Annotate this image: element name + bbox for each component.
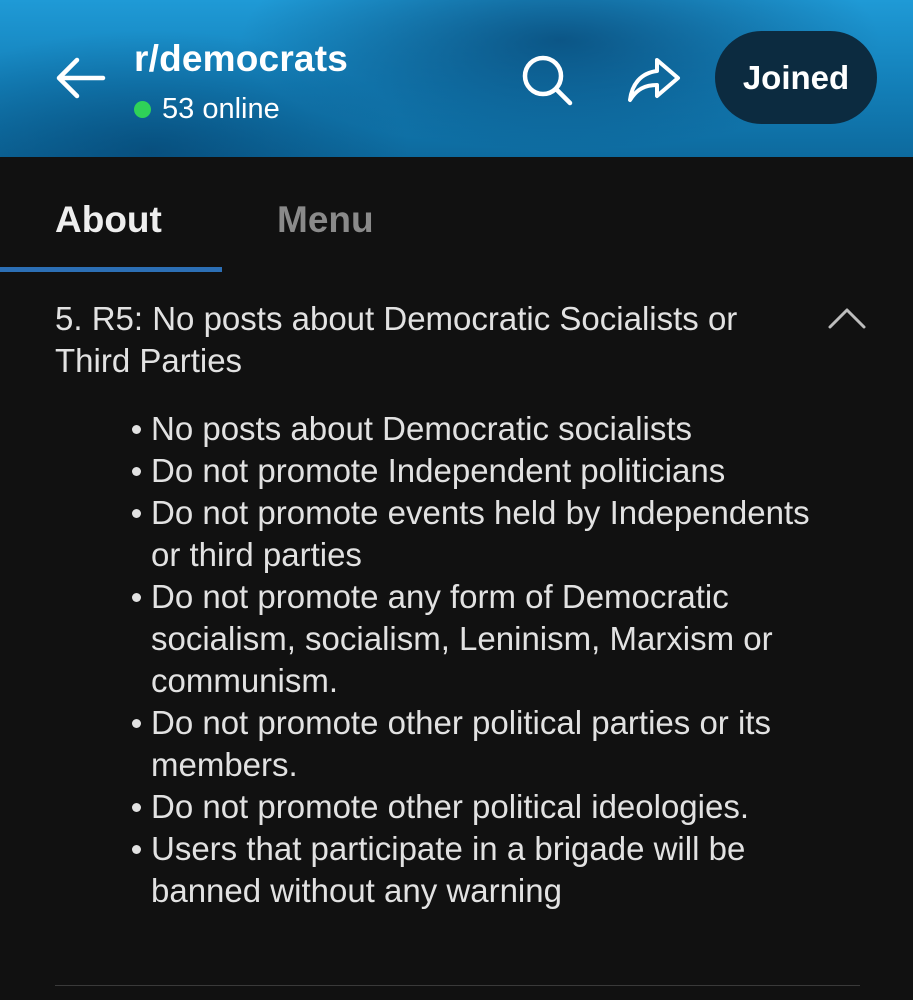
share-arrow-icon <box>628 58 680 102</box>
back-button[interactable] <box>50 50 110 106</box>
search-icon <box>522 55 573 106</box>
collapse-rule-button[interactable] <box>826 304 868 332</box>
list-item: Users that participate in a brigade will… <box>128 828 848 912</box>
online-indicator-dot <box>134 100 151 118</box>
list-item: No posts about Democratic socialists <box>128 408 848 450</box>
arrow-left-icon <box>56 57 106 99</box>
subreddit-header: r/democrats 53 online Joined <box>0 0 913 157</box>
online-count: 53 online <box>162 92 280 125</box>
rule-details-list: No posts about Democratic socialists Do … <box>128 408 848 912</box>
share-button[interactable] <box>624 52 684 108</box>
online-status: 53 online <box>134 92 280 126</box>
rule-card: 5. R5: No posts about Democratic Sociali… <box>0 272 913 1000</box>
chevron-up-icon <box>828 308 866 329</box>
list-item: Do not promote other political parties o… <box>128 702 848 786</box>
tab-about[interactable]: About <box>55 199 162 241</box>
tab-bar: About Menu <box>0 157 913 272</box>
list-item: Do not promote events held by Independen… <box>128 492 848 576</box>
joined-button[interactable]: Joined <box>715 31 877 124</box>
search-button[interactable] <box>518 52 576 108</box>
rule-title[interactable]: 5. R5: No posts about Democratic Sociali… <box>55 298 795 382</box>
tab-menu[interactable]: Menu <box>277 199 374 241</box>
subreddit-name: r/democrats <box>134 38 349 79</box>
list-item: Do not promote other political ideologie… <box>128 786 848 828</box>
divider <box>55 985 860 986</box>
list-item: Do not promote any form of Democratic so… <box>128 576 848 702</box>
list-item: Do not promote Independent politicians <box>128 450 848 492</box>
